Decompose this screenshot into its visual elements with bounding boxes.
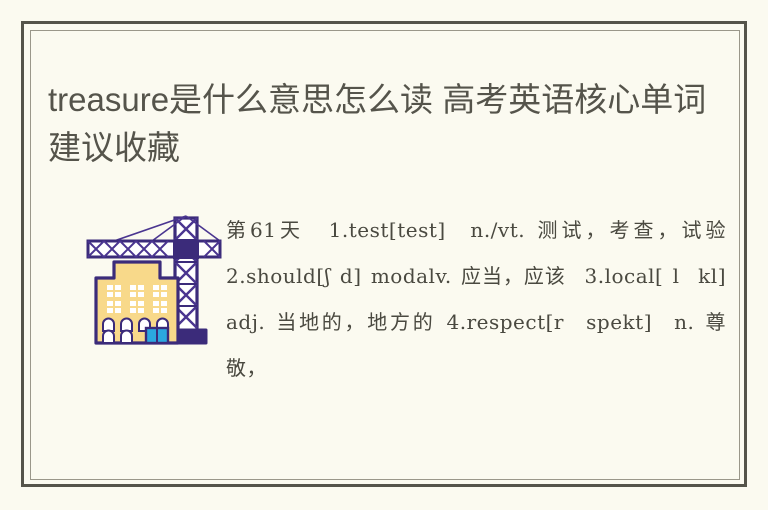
article-body-text: 第61天 1.test[test] n./vt. 测试，考查，试验 2.shou… xyxy=(226,218,744,380)
article-page: treasure是什么意思怎么读 高考英语核心单词建议收藏 第61天 1.tes… xyxy=(0,0,768,510)
article-content: treasure是什么意思怎么读 高考英语核心单词建议收藏 第61天 1.tes… xyxy=(30,30,740,480)
illustration-construction-crane xyxy=(74,200,224,360)
page-title: treasure是什么意思怎么读 高考英语核心单词建议收藏 xyxy=(48,81,707,167)
crane-building-icon xyxy=(86,215,222,345)
